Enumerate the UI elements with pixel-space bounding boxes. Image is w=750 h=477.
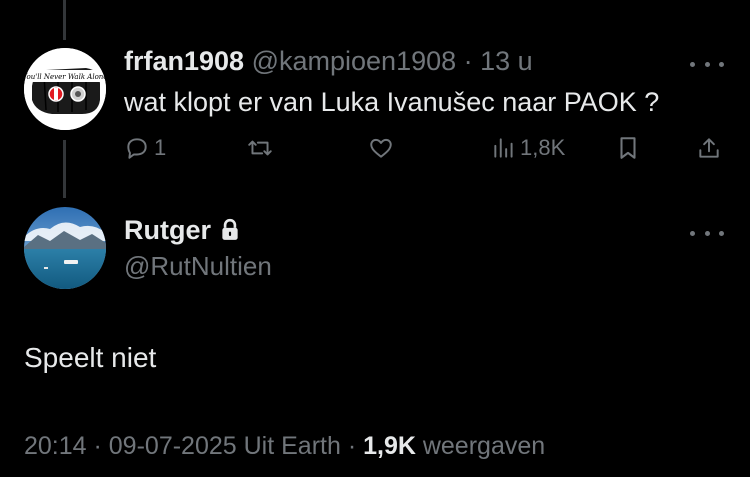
tweet-views-label: weergaven xyxy=(415,432,546,460)
reply-more-icon[interactable] xyxy=(690,57,724,71)
reply-handle[interactable]: @kampioen1908 xyxy=(252,46,457,76)
thread-line-top xyxy=(63,0,66,40)
avatar-frfan1908[interactable]: You'll Never Walk Alone xyxy=(24,48,106,130)
tweet-views-count[interactable]: 1,9K xyxy=(363,432,416,460)
bookmark-button[interactable] xyxy=(616,132,640,164)
views-button[interactable]: 1,8K xyxy=(492,132,565,164)
reply-action-bar: 1 1,8K xyxy=(0,132,750,164)
views-count: 1,8K xyxy=(520,135,566,160)
retweet-icon xyxy=(248,140,272,156)
avatar-rutger[interactable] xyxy=(24,207,106,289)
main-display-name[interactable]: Rutger xyxy=(124,213,211,247)
reply-icon xyxy=(127,138,147,159)
main-header: Rutger xyxy=(124,213,241,247)
bookmark-icon xyxy=(620,137,636,159)
tweet-time[interactable]: 20:14 xyxy=(24,432,87,460)
meta-separator-1: · xyxy=(86,432,109,460)
tweet-date[interactable]: 09-07-2025 xyxy=(109,432,237,460)
views-icon xyxy=(494,138,513,158)
svg-text:You'll Never Walk Alone: You'll Never Walk Alone xyxy=(24,73,106,81)
meta-separator-2: · xyxy=(340,432,364,460)
reply-time[interactable]: 13 u xyxy=(480,46,533,76)
tweet-location: Uit Earth xyxy=(236,432,341,460)
reply-count: 1 xyxy=(154,135,167,160)
share-button[interactable] xyxy=(696,132,722,164)
reply-text: wat klopt er van Luka Ivanušec naar PAOK… xyxy=(124,87,660,117)
main-more-icon[interactable] xyxy=(690,226,724,240)
reply-separator: · xyxy=(456,46,481,76)
share-icon xyxy=(699,138,719,158)
previous-tweet-actions: ˘ ˘ xyxy=(0,0,750,6)
lake-photo-icon xyxy=(24,207,106,289)
heart-icon xyxy=(370,138,392,158)
main-tweet-text: Speelt niet xyxy=(24,342,157,373)
fist-logo-icon: You'll Never Walk Alone xyxy=(24,48,106,130)
reply-header: frfan1908 @kampioen1908 · 13 u xyxy=(124,44,533,78)
tweet-meta: 20:14 · 09-07-2025 Uit Earth · 1,9K weer… xyxy=(24,429,545,463)
reply-display-name[interactable]: frfan1908 xyxy=(124,46,244,76)
share-icon-partial: ˘ xyxy=(640,0,646,7)
reply-button[interactable]: 1 xyxy=(124,132,166,164)
bookmark-icon-partial: ˘ xyxy=(560,0,566,7)
lock-icon xyxy=(222,218,238,240)
main-handle[interactable]: @RutNultien xyxy=(124,249,272,283)
retweet-button[interactable] xyxy=(246,132,274,164)
like-button[interactable] xyxy=(368,132,394,164)
